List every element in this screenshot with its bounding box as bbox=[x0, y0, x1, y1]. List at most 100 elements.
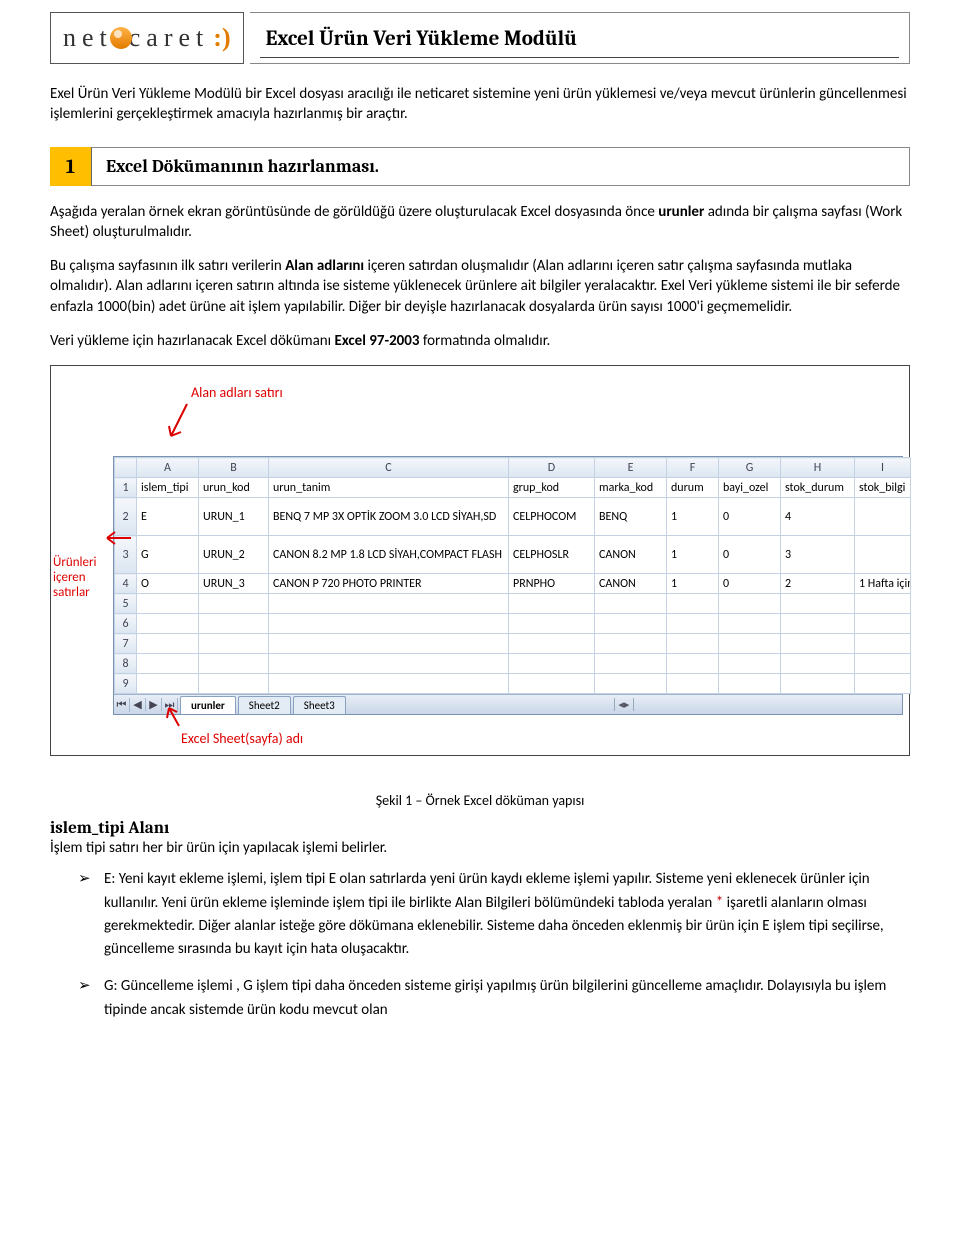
col-header-row: A B C D E F G H I bbox=[115, 458, 911, 478]
col-header: E bbox=[595, 458, 667, 478]
arrow-left-icon bbox=[103, 524, 133, 554]
cell: marka_kod bbox=[595, 478, 667, 498]
logo-smile-icon: :) bbox=[213, 23, 230, 52]
cell: BENQ 7 MP 3X OPTİK ZOOM 3.0 LCD SİYAH,SD bbox=[269, 498, 509, 536]
table-row: 6 bbox=[115, 614, 911, 634]
cell: E bbox=[137, 498, 199, 536]
col-header: B bbox=[199, 458, 269, 478]
row-number: 9 bbox=[115, 674, 137, 694]
cell: CANON bbox=[595, 536, 667, 574]
cell bbox=[855, 498, 911, 536]
cell: URUN_1 bbox=[199, 498, 269, 536]
cell: 4 bbox=[781, 498, 855, 536]
logo: net caret:) bbox=[50, 12, 244, 64]
corner-cell bbox=[115, 458, 137, 478]
doc-header: net caret:) Excel Ürün Veri Yükleme Modül… bbox=[50, 12, 910, 64]
logo-ball-icon bbox=[110, 27, 132, 49]
text: Veri yükleme için hazırlanacak Excel dök… bbox=[50, 332, 335, 350]
subheading-desc: İşlem tipi satırı her bir ürün için yapı… bbox=[50, 838, 910, 858]
figure-caption: Şekil 1 – Örnek Excel döküman yapısı bbox=[50, 792, 910, 809]
cell: islem_tipi bbox=[137, 478, 199, 498]
cell: 1 bbox=[667, 574, 719, 594]
bullet-list: E: Yeni kayıt ekleme işlemi, işlem tipi … bbox=[78, 868, 910, 1022]
cell: 0 bbox=[719, 574, 781, 594]
text: formatında olmalıdır. bbox=[419, 332, 550, 350]
logo-part-post: caret bbox=[129, 23, 210, 52]
cell: O bbox=[137, 574, 199, 594]
table-row: 2 E URUN_1 BENQ 7 MP 3X OPTİK ZOOM 3.0 L… bbox=[115, 498, 911, 536]
bullet-e: E: Yeni kayıt ekleme işlemi, işlem tipi … bbox=[78, 868, 910, 961]
text-bold: Alan adlarını bbox=[285, 257, 364, 275]
excel-table: A B C D E F G H I 1 islem_tipi urun_kod … bbox=[114, 457, 911, 694]
row-number: 5 bbox=[115, 594, 137, 614]
row-number: 7 bbox=[115, 634, 137, 654]
paragraph-2: Bu çalışma sayfasının ilk satırı veriler… bbox=[50, 256, 910, 317]
section-title: Excel Dökümanının hazırlanması. bbox=[92, 147, 910, 186]
callout-label: içeren bbox=[53, 571, 113, 586]
cell: urun_kod bbox=[199, 478, 269, 498]
tab-nav-prev-icon[interactable]: ◀ bbox=[130, 698, 146, 711]
sheet-tab-sheet3[interactable]: Sheet3 bbox=[293, 696, 346, 714]
cell: URUN_2 bbox=[199, 536, 269, 574]
row-number: 4 bbox=[115, 574, 137, 594]
col-header: G bbox=[719, 458, 781, 478]
tab-nav-first-icon[interactable]: ⏮ bbox=[114, 698, 130, 712]
cell: stok_bilgi bbox=[855, 478, 911, 498]
cell: BENQ bbox=[595, 498, 667, 536]
paragraph-3: Veri yükleme için hazırlanacak Excel dök… bbox=[50, 331, 910, 351]
callout-label: Ürünleri bbox=[53, 556, 113, 571]
cell: G bbox=[137, 536, 199, 574]
cell: CANON P 720 PHOTO PRINTER bbox=[269, 574, 509, 594]
cell: CANON 8.2 MP 1.8 LCD SİYAH,COMPACT FLASH bbox=[269, 536, 509, 574]
col-header: F bbox=[667, 458, 719, 478]
tab-nav-next-icon[interactable]: ▶ bbox=[146, 698, 162, 711]
paragraph-1: Aşağıda yeralan örnek ekran görüntüsünde… bbox=[50, 202, 910, 243]
cell: grup_kod bbox=[509, 478, 595, 498]
cell: CANON bbox=[595, 574, 667, 594]
scrollbar[interactable]: ◂▸ bbox=[346, 698, 902, 711]
callout-product-rows: Ürünleri içeren satırlar bbox=[53, 556, 113, 601]
text: G: Güncelleme işlemi , G işlem tipi daha… bbox=[104, 977, 886, 1018]
arrow-up-icon bbox=[165, 704, 183, 728]
callout-header-row: Alan adları satırı bbox=[191, 384, 283, 401]
cell: 0 bbox=[719, 536, 781, 574]
subheading-islem-tipi: islem_tipi Alanı bbox=[50, 819, 910, 838]
doc-title-box: Excel Ürün Veri Yükleme Modülü bbox=[250, 12, 910, 64]
row-number: 6 bbox=[115, 614, 137, 634]
section-number: 1 bbox=[50, 147, 92, 186]
cell: PRNPHO bbox=[509, 574, 595, 594]
col-header: D bbox=[509, 458, 595, 478]
cell: CELPHOSLR bbox=[509, 536, 595, 574]
cell: 0 bbox=[719, 498, 781, 536]
cell: bayi_ozel bbox=[719, 478, 781, 498]
sheet-tab-sheet2[interactable]: Sheet2 bbox=[238, 696, 291, 714]
cell: durum bbox=[667, 478, 719, 498]
bullet-g: G: Güncelleme işlemi , G işlem tipi daha… bbox=[78, 975, 910, 1022]
logo-part-pre: net bbox=[63, 23, 113, 52]
page-title: Excel Ürün Veri Yükleme Modülü bbox=[266, 27, 577, 51]
callout-label: satırlar bbox=[53, 586, 113, 601]
cell: URUN_3 bbox=[199, 574, 269, 594]
callout-label: Excel Sheet(sayfa) adı bbox=[181, 730, 303, 747]
excel-grid: A B C D E F G H I 1 islem_tipi urun_kod … bbox=[113, 456, 903, 715]
sheet-tab-urunler[interactable]: urunler bbox=[180, 696, 236, 714]
field-names-row: 1 islem_tipi urun_kod urun_tanim grup_ko… bbox=[115, 478, 911, 498]
text-bold: urunler bbox=[658, 203, 704, 221]
logo-text: net caret:) bbox=[63, 23, 231, 53]
table-row: 3 G URUN_2 CANON 8.2 MP 1.8 LCD SİYAH,CO… bbox=[115, 536, 911, 574]
cell: 3 bbox=[781, 536, 855, 574]
cell: urun_tanim bbox=[269, 478, 509, 498]
cell bbox=[137, 594, 199, 614]
cell: stok_durum bbox=[781, 478, 855, 498]
cell bbox=[855, 536, 911, 574]
figure-excel-screenshot: Alan adları satırı Ürünleri içeren satır… bbox=[50, 365, 910, 756]
section-header: 1 Excel Dökümanının hazırlanması. bbox=[50, 147, 910, 186]
text-bold: Excel 97-2003 bbox=[335, 332, 420, 350]
cell: 1 Hafta için bbox=[855, 574, 911, 594]
text: Aşağıda yeralan örnek ekran görüntüsünde… bbox=[50, 203, 658, 221]
intro-paragraph: Exel Ürün Veri Yükleme Modülü bir Excel … bbox=[50, 84, 910, 125]
row-number: 8 bbox=[115, 654, 137, 674]
cell: 1 bbox=[667, 498, 719, 536]
table-row: 7 bbox=[115, 634, 911, 654]
arrow-down-icon bbox=[165, 402, 193, 442]
